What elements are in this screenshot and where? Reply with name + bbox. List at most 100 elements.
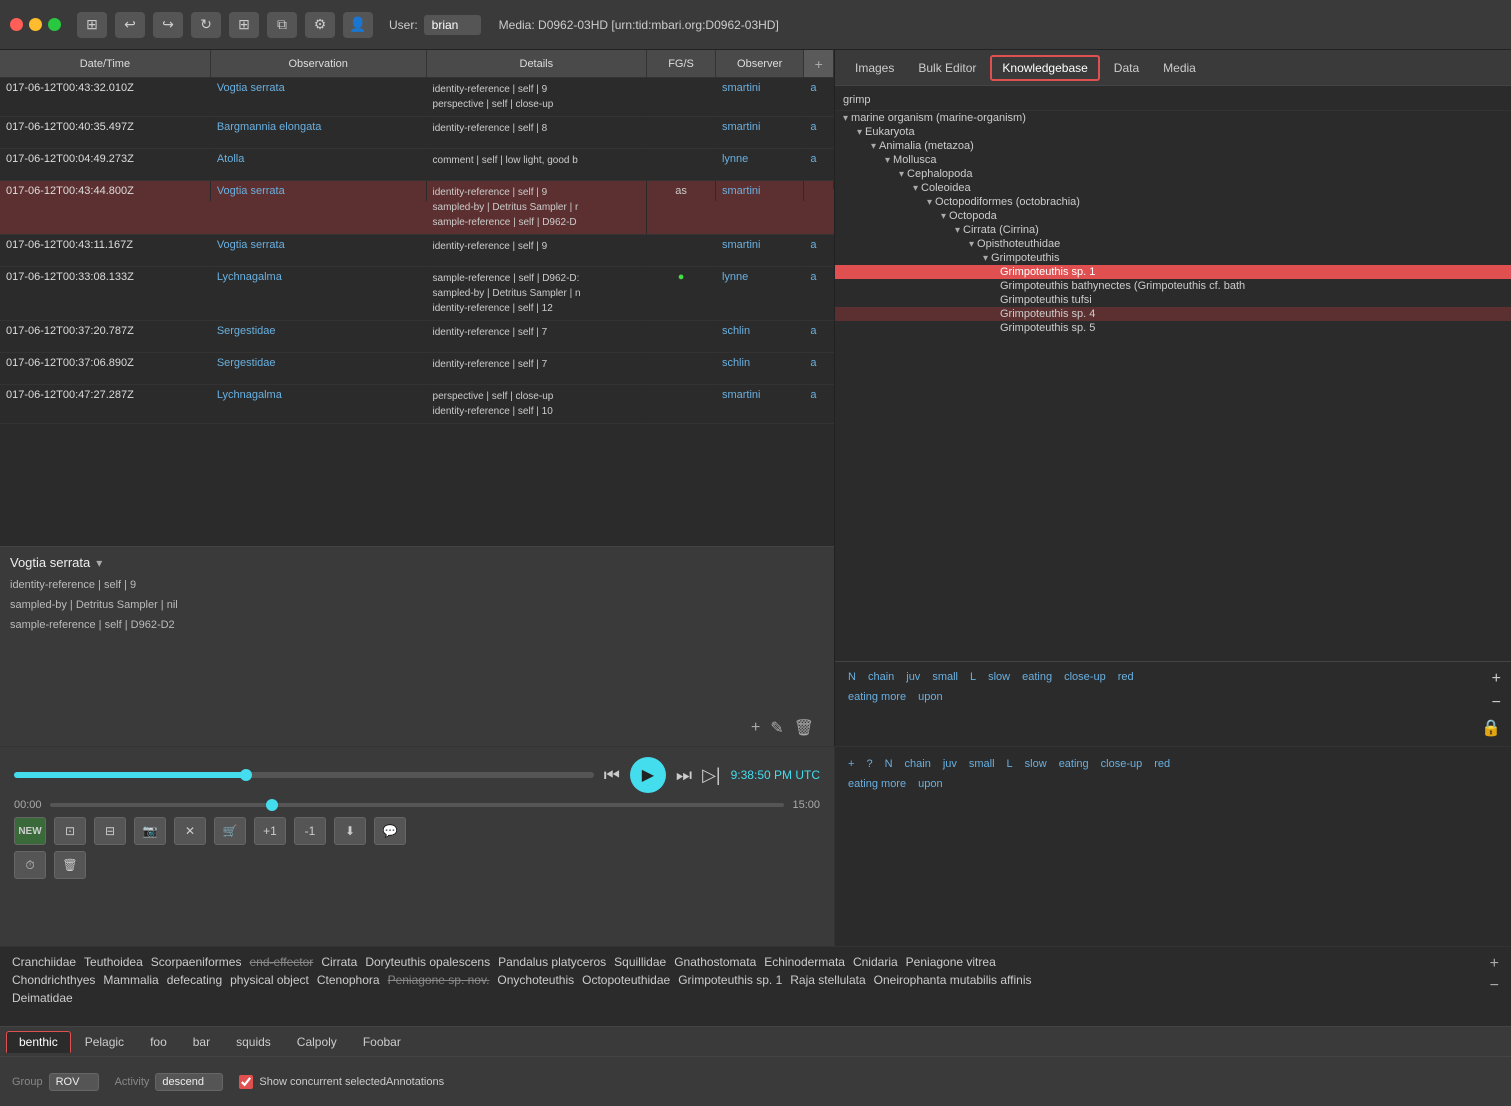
table-row[interactable]: 017-06-12T00:43:44.800Z Vogtia serrata i… [0, 181, 834, 235]
question-concept-button[interactable]: ? [863, 757, 875, 771]
tree-node-octopoda[interactable]: ▾Octopoda [835, 209, 1511, 223]
right-tab-knowledgebase[interactable]: Knowledgebase [990, 55, 1099, 81]
bottom-tag-cranchiidae[interactable]: Cranchiidae [12, 955, 76, 969]
timer-button[interactable]: ⏱ [14, 851, 46, 879]
bottom-tag-pandalus-platyceros[interactable]: Pandalus platyceros [498, 955, 606, 969]
bottom-tag-physical-object[interactable]: physical object [230, 973, 309, 987]
upon-concept-button[interactable]: upon [915, 777, 945, 791]
bottom-tag-mammalia[interactable]: Mammalia [103, 973, 158, 987]
bottom-tag-peniagone-vitrea[interactable]: Peniagone vitrea [906, 955, 996, 969]
table-row[interactable]: 017-06-12T00:40:35.497Z Bargmannia elong… [0, 117, 834, 149]
tree-node-grimpoteuthis-sp.-4[interactable]: Grimpoteuthis sp. 4 [835, 307, 1511, 321]
add-annotation-button[interactable]: + [751, 718, 760, 738]
workspace-tab-calpoly[interactable]: Calpoly [285, 1032, 349, 1052]
tree-node-grimpoteuthis[interactable]: ▾Grimpoteuthis [835, 251, 1511, 265]
activity-select[interactable]: descend ascend transit station [155, 1073, 223, 1091]
concept-tag-slow[interactable]: slow [985, 670, 1013, 684]
bottom-tag-cirrata[interactable]: Cirrata [321, 955, 357, 969]
bottom-tag-onychoteuthis[interactable]: Onychoteuthis [497, 973, 574, 987]
concept-tag-n[interactable]: N [845, 670, 859, 684]
bottom-tag-peniagone-sp.-nov.[interactable]: Peniagone sp. nov. [388, 973, 490, 987]
bottom-plus-button[interactable]: + [1490, 955, 1499, 973]
table-row[interactable]: 017-06-12T00:47:27.287Z Lychnagalma pers… [0, 385, 834, 424]
group-select[interactable]: ROV AUV HOV [49, 1073, 99, 1091]
next-frame-button[interactable]: ▷| [702, 765, 721, 786]
n-concept-button[interactable]: N [882, 757, 896, 771]
workspace-tab-squids[interactable]: squids [224, 1032, 283, 1052]
table-row[interactable]: 017-06-12T00:37:06.890Z Sergestidae iden… [0, 353, 834, 385]
speed-slider[interactable] [14, 772, 594, 778]
table-row[interactable]: 017-06-12T00:37:20.787Z Sergestidae iden… [0, 321, 834, 353]
th-add-column[interactable]: + [804, 50, 834, 77]
cart-button[interactable]: 🛒 [214, 817, 246, 845]
new-observation-button[interactable]: NEW [14, 817, 46, 845]
concept-tag-chain[interactable]: chain [865, 670, 897, 684]
delete-annotation-button[interactable]: 🗑 [794, 718, 814, 738]
delete-obs-button[interactable]: ✕ [174, 817, 206, 845]
window-button[interactable]: ⧉ [267, 12, 297, 38]
minimize-button[interactable] [29, 18, 42, 31]
close-button[interactable] [10, 18, 23, 31]
bottom-tag-teuthoidea[interactable]: Teuthoidea [84, 955, 143, 969]
tree-node-octopodiformes-(octobrachia)[interactable]: ▾Octopodiformes (octobrachia) [835, 195, 1511, 209]
layout-button[interactable]: ⊞ [77, 12, 107, 38]
minus1-button[interactable]: -1 [294, 817, 326, 845]
concurrent-annotations-checkbox[interactable] [239, 1075, 253, 1089]
red-concept-button[interactable]: red [1151, 757, 1173, 771]
bottom-tag-defecating[interactable]: defecating [167, 973, 222, 987]
forward-button[interactable]: ⏭ [676, 765, 692, 786]
workspace-tab-foobar[interactable]: Foobar [351, 1032, 413, 1052]
redo-button[interactable]: ↪ [153, 12, 183, 38]
bottom-tag-chondrichthyes[interactable]: Chondrichthyes [12, 973, 95, 987]
bottom-tag-echinodermata[interactable]: Echinodermata [764, 955, 845, 969]
eating-more-concept-button[interactable]: eating more [845, 777, 909, 791]
concept-add-button[interactable]: + [1492, 670, 1501, 688]
bottom-tag-squillidae[interactable]: Squillidae [614, 955, 666, 969]
table-row[interactable]: 017-06-12T00:43:11.167Z Vogtia serrata i… [0, 235, 834, 267]
tree-node-eukaryota[interactable]: ▾Eukaryota [835, 125, 1511, 139]
user-dropdown[interactable]: brian [424, 15, 481, 35]
plus-concept-button[interactable]: + [845, 757, 857, 771]
window-capture-button[interactable]: ⊟ [94, 817, 126, 845]
tree-node-grimpoteuthis-sp.-1[interactable]: Grimpoteuthis sp. 1 [835, 265, 1511, 279]
concept-tag-juv[interactable]: juv [903, 670, 923, 684]
bottom-tag-oneirophanta-mutabilis-affinis[interactable]: Oneirophanta mutabilis affinis [874, 973, 1032, 987]
eating-concept-button[interactable]: eating [1056, 757, 1092, 771]
concept-lock-button[interactable]: 🔒 [1481, 718, 1501, 738]
close-up-concept-button[interactable]: close-up [1098, 757, 1146, 771]
right-tab-images[interactable]: Images [845, 57, 904, 79]
right-tab-bulk-editor[interactable]: Bulk Editor [908, 57, 986, 79]
concept-tag-red[interactable]: red [1115, 670, 1137, 684]
refresh-button[interactable]: ↻ [191, 12, 221, 38]
concept-tag-eating[interactable]: eating [1019, 670, 1055, 684]
grid-button[interactable]: ⊞ [229, 12, 259, 38]
frame-capture-button[interactable]: ⊡ [54, 817, 86, 845]
tree-node-grimpoteuthis-tufsi[interactable]: Grimpoteuthis tufsi [835, 293, 1511, 307]
rewind-button[interactable]: ⏮ [604, 765, 620, 786]
tree-node-coleoidea[interactable]: ▾Coleoidea [835, 181, 1511, 195]
bottom-tag-gnathostomata[interactable]: Gnathostomata [674, 955, 756, 969]
bottom-tag-end-effector[interactable]: end-effector [249, 955, 313, 969]
workspace-tab-foo[interactable]: foo [138, 1032, 179, 1052]
video-seek-slider[interactable] [50, 803, 785, 807]
concept-tag-close-up[interactable]: close-up [1061, 670, 1109, 684]
download-button[interactable]: ⬇ [334, 817, 366, 845]
table-row[interactable]: 017-06-12T00:04:49.273Z Atolla comment |… [0, 149, 834, 181]
trash-button[interactable]: 🗑 [54, 851, 86, 879]
tree-node-grimpoteuthis-bathynectes-(gri[interactable]: Grimpoteuthis bathynectes (Grimpoteuthis… [835, 279, 1511, 293]
bottom-tag-deimatidae[interactable]: Deimatidae [12, 991, 73, 1005]
workspace-tab-pelagic[interactable]: Pelagic [73, 1032, 136, 1052]
bottom-tag-raja-stellulata[interactable]: Raja stellulata [790, 973, 865, 987]
workspace-tab-benthic[interactable]: benthic [6, 1031, 71, 1053]
concept-minus-button[interactable]: − [1492, 694, 1501, 712]
comment-button[interactable]: 💬 [374, 817, 406, 845]
edit-annotation-button[interactable]: ✎ [770, 718, 783, 738]
bottom-tag-scorpaeniformes[interactable]: Scorpaeniformes [151, 955, 242, 969]
small-concept-button[interactable]: small [966, 757, 998, 771]
chain-concept-button[interactable]: chain [902, 757, 934, 771]
concept-tag-l[interactable]: L [967, 670, 979, 684]
bottom-tag-ctenophora[interactable]: Ctenophora [317, 973, 380, 987]
undo-button[interactable]: ↩ [115, 12, 145, 38]
bottom-tag-cnidaria[interactable]: Cnidaria [853, 955, 898, 969]
concept-tag-eating-more[interactable]: eating more [845, 690, 909, 704]
